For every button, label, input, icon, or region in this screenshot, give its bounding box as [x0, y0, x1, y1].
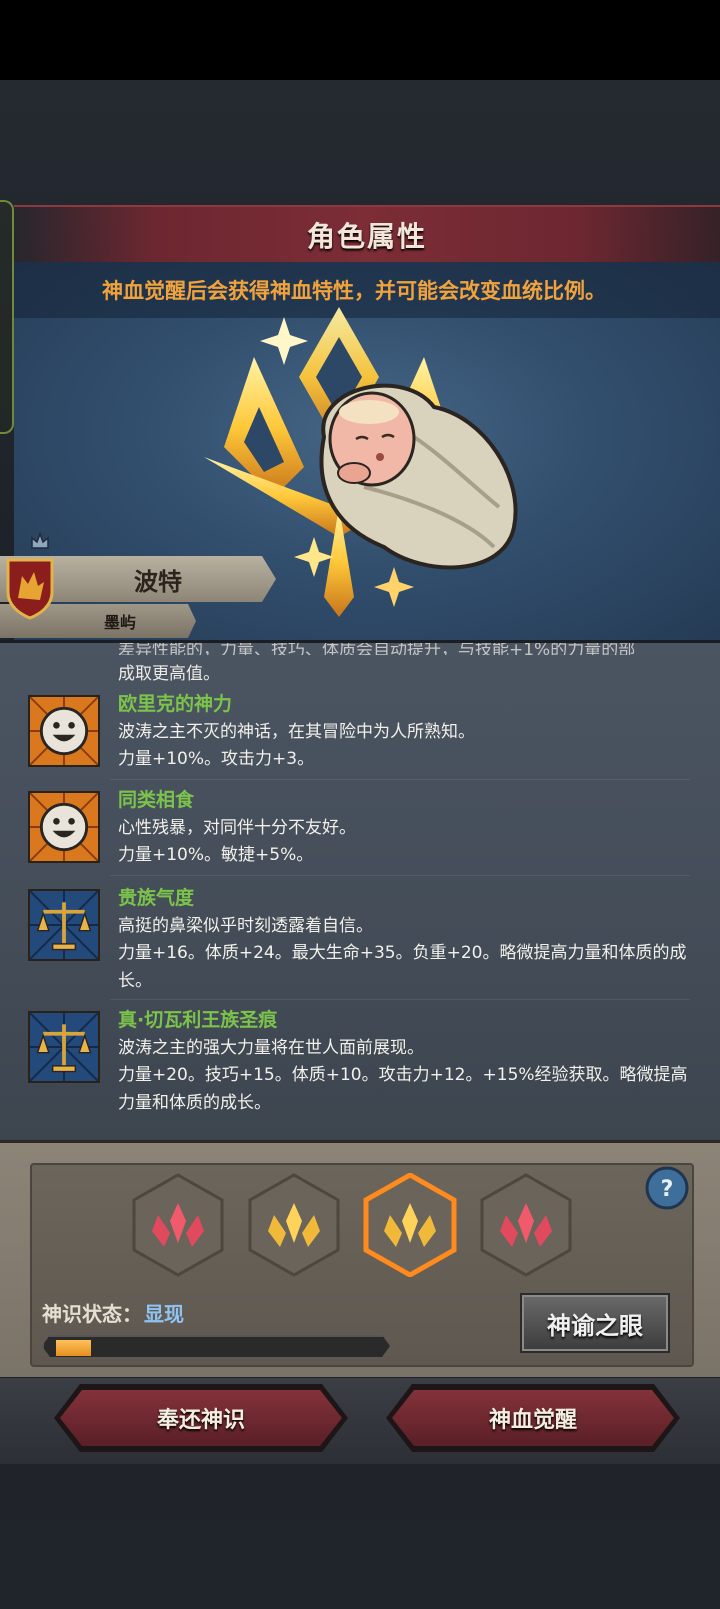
divine-sense-inner: ? 神识状态： 显现 神谕之眼 [30, 1163, 694, 1367]
trait-effect: 力量+10%。敏捷+5%。 [118, 845, 314, 865]
return-divine-sense-button[interactable]: 奉还神识 [60, 1390, 342, 1446]
trait-description: 心性残暴，对同伴十分不友好。 [118, 818, 356, 838]
scales-icon [28, 889, 100, 961]
trait-name: 同类相食 [118, 789, 195, 811]
page-title: 角色属性 [306, 220, 427, 253]
divine-status-value: 显现 [144, 1302, 184, 1326]
divine-slot-selected-icon[interactable] [362, 1173, 458, 1277]
help-glyph: ? [661, 1177, 674, 1202]
divine-slot-red-icon[interactable] [478, 1173, 574, 1277]
trait-effect: 力量+16。体质+24。最大生命+35。负重+20。略微提高力量和体质的成长。 [118, 943, 687, 991]
blood-awaken-button[interactable]: 神血觉醒 [392, 1390, 674, 1446]
trait-divider [110, 875, 690, 876]
trait-description: 波涛之主不灭的神话，在其冒险中为人所熟知。 [118, 722, 475, 742]
oracle-eye-button[interactable]: 神谕之眼 [520, 1293, 670, 1353]
character-name: 波特 [134, 567, 182, 596]
divine-slot-gold-icon[interactable] [246, 1173, 342, 1277]
trait-name: 欧里克的神力 [118, 693, 233, 715]
trait-name: 真·切瓦利王族圣痕 [118, 1009, 278, 1031]
divine-status-label: 神识状态： [42, 1302, 142, 1326]
help-icon[interactable]: ? [644, 1165, 690, 1211]
trait-name: 贵族气度 [118, 887, 195, 909]
truncated-trait-continuation: 成取更高值。 [118, 664, 220, 684]
status-bar-area [0, 0, 720, 80]
trait-divider [110, 999, 690, 1000]
trait-description: 波涛之主的强大力量将在世人面前展现。 [118, 1038, 424, 1058]
divine-slot-red-icon[interactable] [130, 1173, 226, 1277]
smile-face-icon [28, 791, 100, 863]
trait-effect: 力量+20。技巧+15。体质+10。攻击力+12。+15%经验获取。略微提高力量… [118, 1065, 688, 1113]
action-bar: 奉还神识 神血觉醒 [0, 1378, 720, 1464]
traits-panel[interactable]: 差异性能的，力量、技巧、体质会自动提升，与技能+1%的力量的部 成取更高值。 欧… [0, 640, 720, 1143]
smile-face-icon [28, 695, 100, 767]
truncated-trait-text: 差异性能的，力量、技巧、体质会自动提升，与技能+1%的力量的部 [118, 640, 636, 655]
trait-description: 高挺的鼻梁似乎时刻透露着自信。 [118, 916, 373, 936]
side-drawer-tab[interactable] [0, 200, 14, 434]
wolf-crest-icon [6, 558, 54, 620]
divine-progress-fill [56, 1340, 91, 1356]
trait-divider [110, 779, 690, 780]
title-banner: 角色属性 [14, 205, 720, 265]
scales-icon [28, 1011, 100, 1083]
trait-effect: 力量+10%。攻击力+3。 [118, 749, 315, 769]
character-origin: 墨屿 [104, 613, 137, 632]
divine-sense-panel: ? 神识状态： 显现 神谕之眼 [0, 1140, 720, 1377]
crown-icon [31, 532, 49, 549]
swaddled-baby-portrait [319, 383, 518, 570]
divine-progress-bar [42, 1335, 390, 1357]
